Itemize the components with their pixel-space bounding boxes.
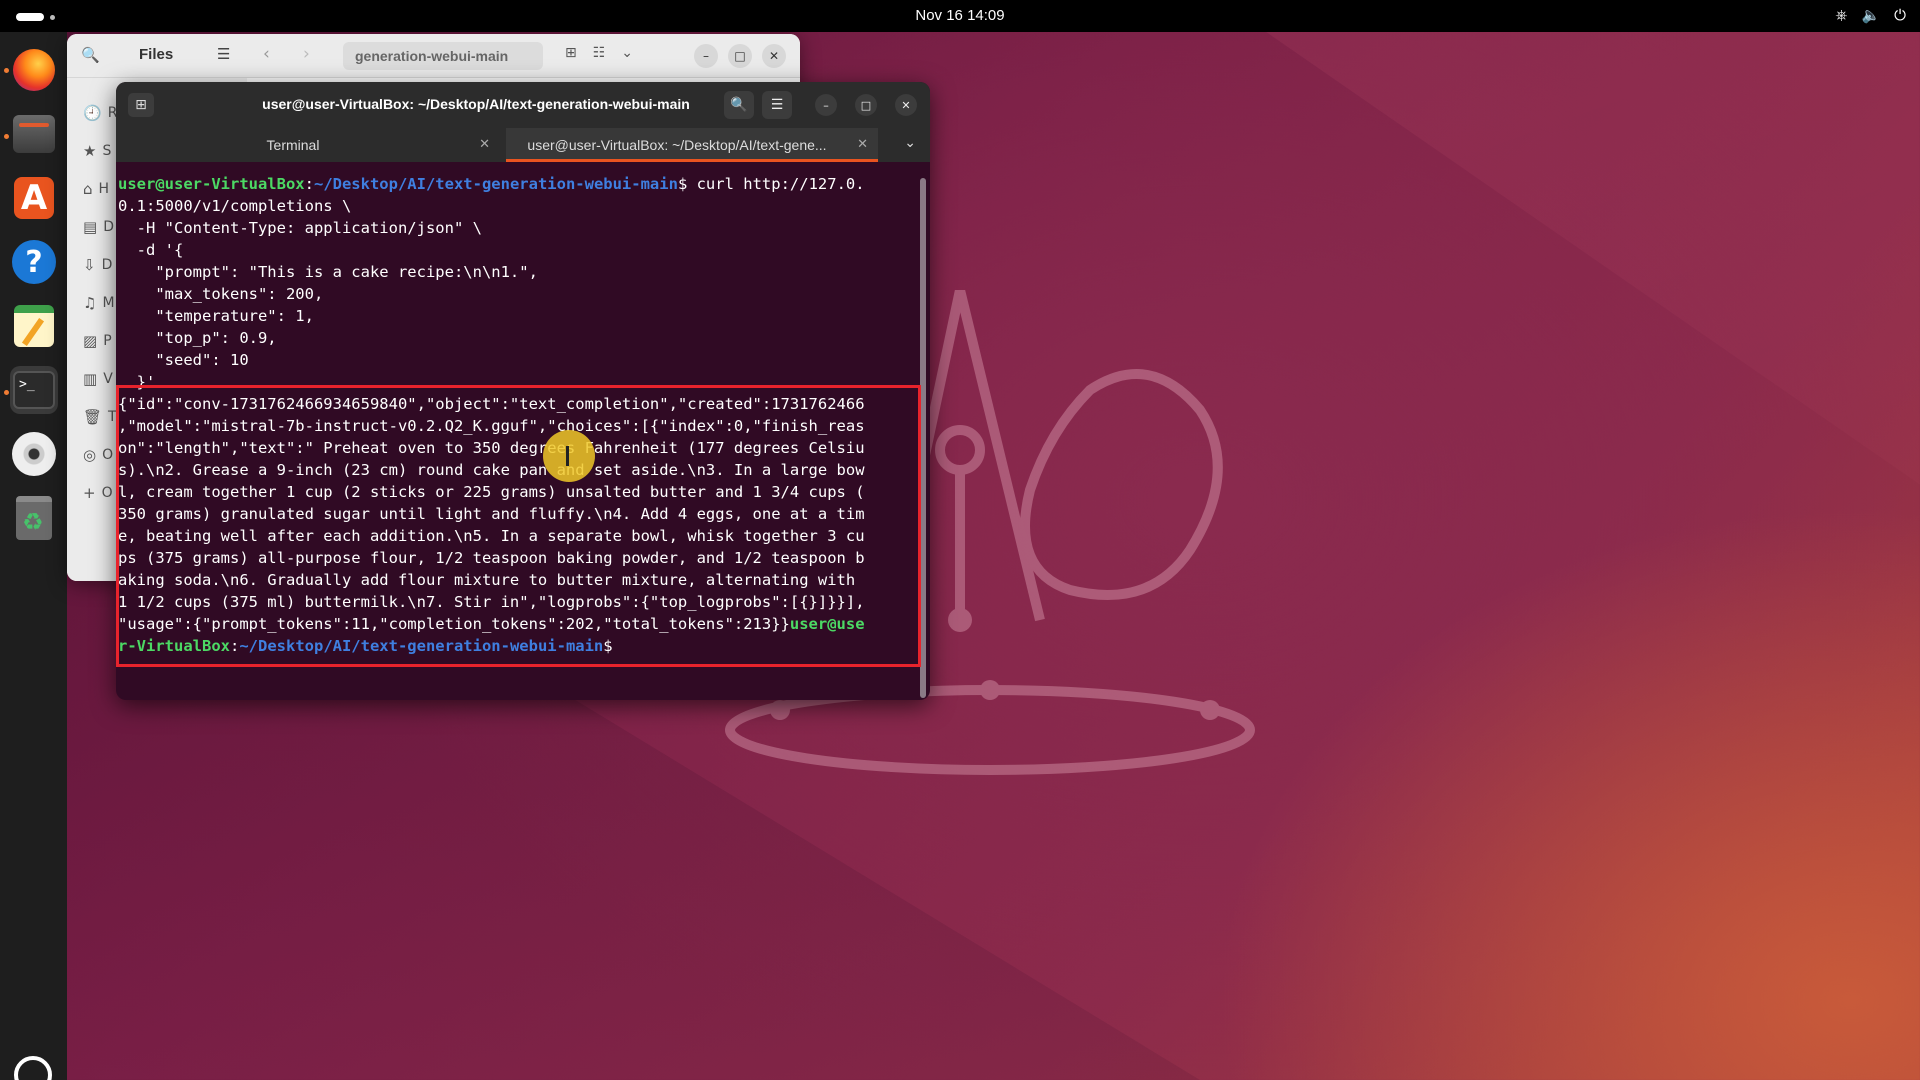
top-bar: Nov 16 14:09 ⎈ 🔈 ⏻: [0, 0, 1920, 32]
terminal-close-button[interactable]: ✕: [895, 94, 917, 116]
running-indicator: [4, 390, 9, 395]
download-icon: ⇩: [83, 256, 96, 274]
system-tray[interactable]: ⎈ 🔈 ⏻: [1835, 6, 1906, 24]
dock-app-center[interactable]: A: [10, 174, 58, 222]
sidebar-item-trash[interactable]: 🗑 T: [83, 398, 117, 436]
list-view-icon[interactable]: ☷: [593, 45, 606, 61]
files-window-controls: – □ ✕: [694, 44, 786, 68]
disc-icon: ◎: [83, 446, 97, 464]
terminal-scrollbar[interactable]: [920, 178, 926, 698]
files-toolbar: ⊞ ☷ ⌄: [565, 45, 633, 61]
running-indicator: [4, 68, 9, 73]
path-bar[interactable]: generation-webui-main: [343, 42, 543, 70]
picture-icon: ▨: [83, 332, 98, 350]
files-title: Files: [139, 46, 174, 63]
dock-firefox[interactable]: [10, 46, 58, 94]
plus-icon: +: [83, 484, 96, 502]
trash-icon: [16, 496, 52, 540]
home-icon: ⌂: [83, 180, 93, 198]
sidebar-item-videos[interactable]: ▥ V: [83, 360, 117, 398]
files-sidebar-items: 🕘 R ★ S ⌂ H ▤ D ⇩ D ♫ M ▨ P ▥ V 🗑 T ◎ O + O: [83, 94, 117, 512]
sidebar-item-home[interactable]: ⌂ H: [83, 170, 117, 208]
dock-files[interactable]: [10, 110, 58, 158]
network-icon[interactable]: ⎈: [1835, 6, 1847, 24]
power-icon[interactable]: ⏻: [1894, 6, 1906, 24]
terminal-maximize-button[interactable]: □: [855, 94, 877, 116]
help-icon: ?: [12, 240, 56, 284]
sidebar-item-documents[interactable]: ▤ D: [83, 208, 117, 246]
close-button[interactable]: ✕: [762, 44, 786, 68]
sidebar-item-disc[interactable]: ◎ O: [83, 436, 117, 474]
search-icon[interactable]: 🔍: [81, 46, 100, 64]
terminal-icon: >_: [13, 371, 55, 409]
dock: A ? >_: [0, 32, 67, 1080]
clock-icon: 🕘: [83, 104, 102, 122]
chevron-down-icon[interactable]: ⌄: [621, 45, 633, 61]
sidebar-item-downloads[interactable]: ⇩ D: [83, 246, 117, 284]
forward-icon[interactable]: ›: [303, 44, 310, 64]
dvd-icon: [12, 432, 56, 476]
dock-trash[interactable]: [10, 494, 58, 542]
star-icon: ★: [83, 142, 97, 160]
terminal-minimize-button[interactable]: –: [815, 94, 837, 116]
scrollbar-thumb[interactable]: [920, 178, 926, 698]
sidebar-item-pictures[interactable]: ▨ P: [83, 322, 117, 360]
dock-text-editor[interactable]: [10, 302, 58, 350]
text-editor-icon: [14, 305, 54, 347]
hamburger-menu-icon[interactable]: ☰: [217, 45, 230, 63]
minimize-button[interactable]: –: [694, 44, 718, 68]
tab-virtualbox[interactable]: user@user-VirtualBox: ~/Desktop/AI/text-…: [506, 128, 878, 162]
text-cursor-icon: [566, 446, 569, 466]
terminal-output[interactable]: user@user-VirtualBox:~/Desktop/AI/text-g…: [118, 173, 918, 683]
back-icon[interactable]: ‹: [263, 44, 270, 64]
terminal-search-icon[interactable]: 🔍: [724, 91, 754, 119]
clock[interactable]: Nov 16 14:09: [0, 7, 1920, 24]
files-header: 🔍 Files ☰ ‹ › generation-webui-main ⊞ ☷ …: [67, 34, 800, 78]
maximize-button[interactable]: □: [728, 44, 752, 68]
music-icon: ♫: [83, 294, 97, 312]
sidebar-item-recent[interactable]: 🕘 R: [83, 94, 117, 132]
files-icon: [13, 115, 55, 153]
trash-icon: 🗑: [83, 408, 103, 426]
dock-dvd[interactable]: [10, 430, 58, 478]
running-indicator: [4, 134, 9, 139]
sidebar-item-music[interactable]: ♫ M: [83, 284, 117, 322]
app-center-icon: A: [14, 177, 54, 219]
dock-help[interactable]: ?: [10, 238, 58, 286]
terminal-tab-bar: Terminal ✕ user@user-VirtualBox: ~/Deskt…: [116, 128, 930, 162]
volume-icon[interactable]: 🔈: [1861, 6, 1880, 24]
dock-terminal[interactable]: >_: [10, 366, 58, 414]
terminal-header: ⊞ user@user-VirtualBox: ~/Desktop/AI/tex…: [116, 82, 930, 128]
close-tab-icon[interactable]: ✕: [857, 136, 868, 152]
show-apps-icon[interactable]: [14, 1056, 52, 1080]
firefox-icon: [13, 49, 55, 91]
video-icon: ▥: [83, 370, 98, 388]
document-icon: ▤: [83, 218, 98, 236]
terminal-menu-icon[interactable]: ☰: [762, 91, 792, 119]
tab-terminal[interactable]: Terminal ✕: [116, 128, 500, 162]
view-toggle-icon[interactable]: ⊞: [565, 45, 577, 61]
mouse-highlight-circle: [543, 430, 595, 482]
sidebar-item-starred[interactable]: ★ S: [83, 132, 117, 170]
close-tab-icon[interactable]: ✕: [479, 136, 490, 152]
chevron-down-icon[interactable]: ⌄: [904, 135, 916, 151]
sidebar-item-other-locations[interactable]: + O: [83, 474, 117, 512]
